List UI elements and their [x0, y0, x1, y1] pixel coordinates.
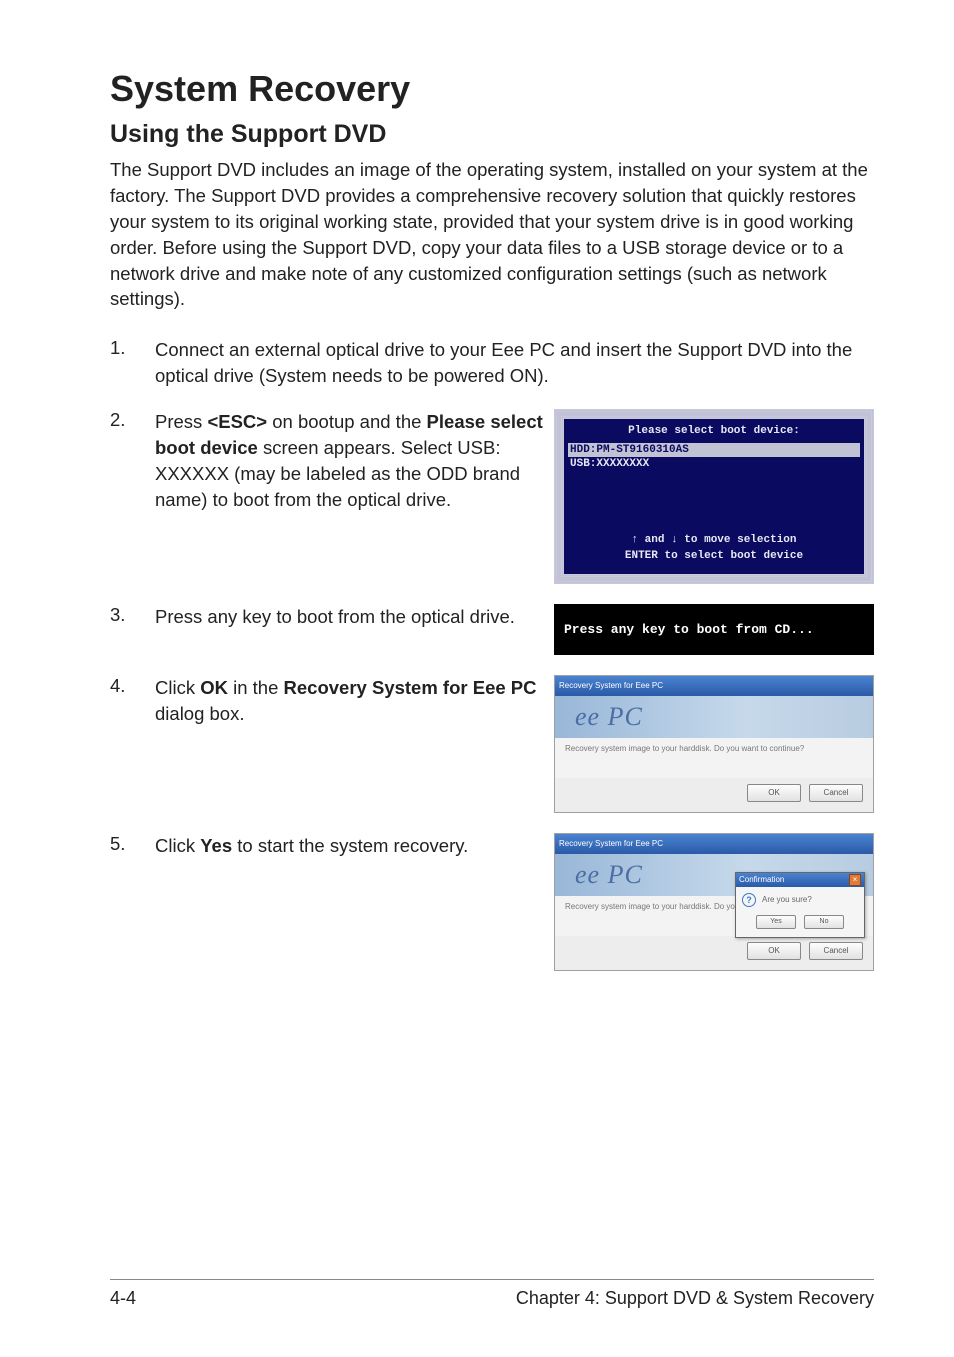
bios-title: Please select boot device:	[564, 419, 864, 441]
cancel-button: Cancel	[809, 784, 863, 802]
page-title: System Recovery	[110, 68, 874, 110]
dialog-title: Recovery System for Eee PC	[559, 839, 663, 848]
recovery-confirm-dialog-screenshot: Recovery System for Eee PC ee PC Recover…	[554, 833, 874, 971]
footer-chapter: Chapter 4: Support DVD & System Recovery	[516, 1288, 874, 1309]
step-2: 2. Press <ESC> on bootup and the Please …	[110, 409, 874, 584]
step-4: 4. Click OK in the Recovery System for E…	[110, 675, 874, 813]
eeepc-logo: ee PC	[575, 702, 643, 732]
dialog-body: Recovery system image to your harddisk. …	[555, 738, 873, 778]
step-number: 1.	[110, 337, 155, 359]
step-text: Click OK in the Recovery System for Eee …	[155, 675, 544, 727]
overlay-body: Are you sure?	[762, 895, 812, 904]
yes-button: Yes	[756, 915, 796, 929]
overlay-title: Confirmation	[739, 875, 784, 884]
step-number: 4.	[110, 675, 155, 697]
step-number: 3.	[110, 604, 155, 626]
boot-from-cd-screenshot: Press any key to boot from CD...	[554, 604, 874, 655]
step-text: Press any key to boot from the optical d…	[155, 604, 544, 630]
bios-hint: ↑ and ↓ to move selection ENTER to selec…	[564, 525, 864, 574]
bios-item-selected: HDD:PM-ST9160310AS	[568, 443, 860, 457]
confirmation-overlay: Confirmation × ? Are you sure? Yes No	[735, 872, 865, 938]
page-footer: 4-4 Chapter 4: Support DVD & System Reco…	[110, 1279, 874, 1309]
step-3: 3. Press any key to boot from the optica…	[110, 604, 874, 655]
bios-item: USB:XXXXXXXX	[568, 457, 860, 471]
step-list: 1. Connect an external optical drive to …	[110, 337, 874, 971]
step-text: Connect an external optical drive to you…	[155, 337, 874, 389]
question-icon: ?	[742, 893, 756, 907]
ok-button: OK	[747, 942, 801, 960]
dialog-title: Recovery System for Eee PC	[559, 681, 663, 690]
step-number: 2.	[110, 409, 155, 431]
step-text: Click Yes to start the system recovery.	[155, 833, 544, 859]
intro-paragraph: The Support DVD includes an image of the…	[110, 157, 874, 312]
step-number: 5.	[110, 833, 155, 855]
eeepc-logo: ee PC	[575, 860, 643, 890]
footer-page-number: 4-4	[110, 1288, 136, 1309]
close-icon: ×	[849, 874, 861, 886]
cancel-button: Cancel	[809, 942, 863, 960]
bios-boot-device-screenshot: Please select boot device: HDD:PM-ST9160…	[554, 409, 874, 584]
no-button: No	[804, 915, 844, 929]
step-5: 5. Click Yes to start the system recover…	[110, 833, 874, 971]
step-1: 1. Connect an external optical drive to …	[110, 337, 874, 389]
recovery-dialog-screenshot: Recovery System for Eee PC ee PC Recover…	[554, 675, 874, 813]
step-text: Press <ESC> on bootup and the Please sel…	[155, 409, 544, 513]
ok-button: OK	[747, 784, 801, 802]
section-subtitle: Using the Support DVD	[110, 120, 874, 149]
